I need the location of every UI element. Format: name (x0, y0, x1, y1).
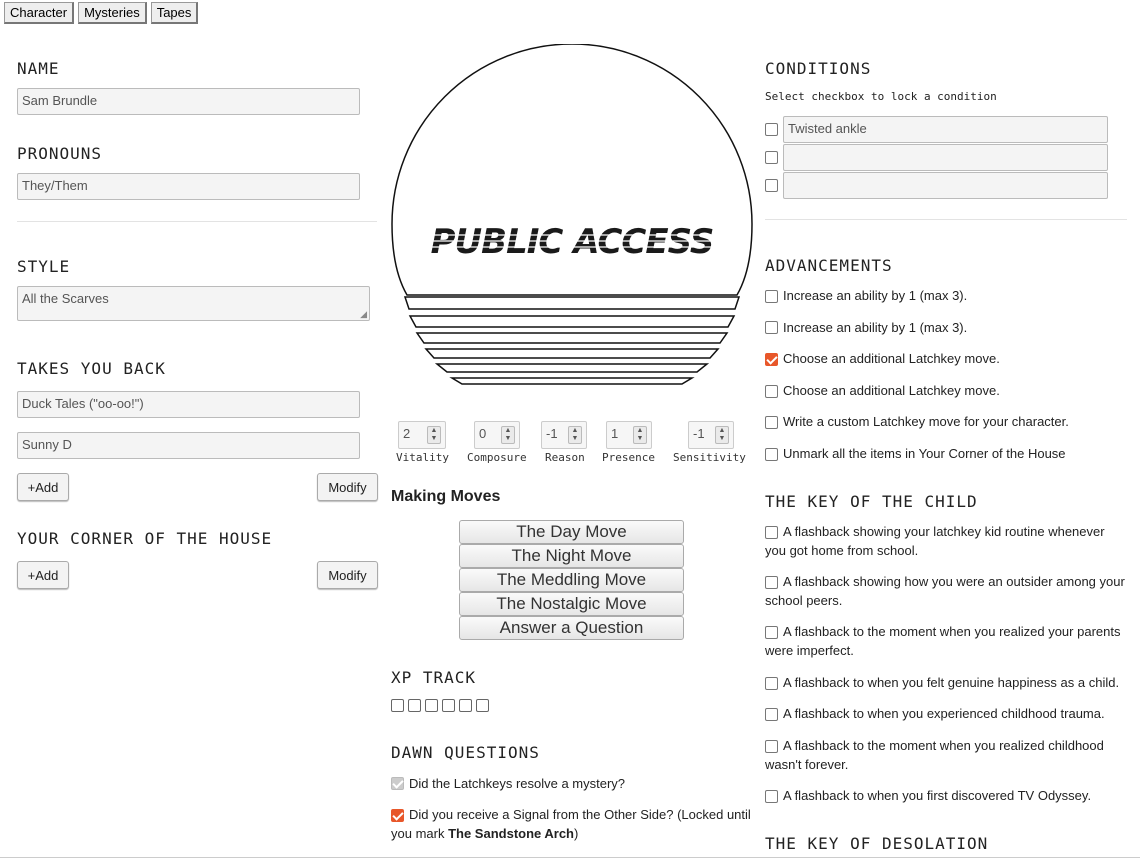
advancement-checkbox[interactable] (765, 321, 778, 334)
resize-handle-icon[interactable]: ◢ (360, 309, 367, 320)
style-heading: STYLE (17, 257, 71, 276)
key-item: A flashback showing how you were an outs… (765, 574, 1125, 608)
key-of-desolation-heading: THE KEY OF DESOLATION (765, 834, 989, 853)
advancements-heading: ADVANCEMENTS (765, 256, 893, 275)
dawn-question-2-suffix: ) (574, 826, 579, 841)
sensitivity-value: -1 (693, 426, 705, 441)
vitality-value: 2 (403, 426, 411, 441)
public-access-logo: PUBLIC ACCESS (391, 44, 753, 385)
making-moves-heading: Making Moves (391, 488, 501, 505)
vitality-input[interactable]: 2 ▲ ▼ (398, 421, 446, 449)
day-move-button[interactable]: The Day Move (459, 520, 684, 544)
pronouns-field[interactable]: They/Them (17, 173, 360, 200)
answer-question-button[interactable]: Answer a Question (459, 616, 684, 640)
stepper-icon[interactable]: ▲ ▼ (633, 426, 647, 444)
tab-character[interactable]: Character (4, 2, 75, 24)
takes-you-back-item[interactable]: Sunny D (17, 432, 360, 459)
takes-you-back-item[interactable]: Duck Tales ("oo-oo!") (17, 391, 360, 418)
conditions-heading: CONDITIONS (765, 59, 872, 78)
xp-checkbox[interactable] (408, 699, 421, 712)
xp-heading: XP TRACK (391, 668, 477, 687)
advancement-checkbox[interactable] (765, 385, 778, 398)
key-item: A flashback to when you felt genuine hap… (783, 675, 1120, 690)
corner-heading: YOUR CORNER OF THE HOUSE (17, 529, 273, 548)
stepper-icon[interactable]: ▲ ▼ (501, 426, 515, 444)
advancement-item: Choose an additional Latchkey move. (783, 383, 1000, 398)
dawn-questions-heading: DAWN QUESTIONS (391, 743, 540, 762)
divider (17, 221, 377, 222)
tab-mysteries[interactable]: Mysteries (78, 2, 147, 24)
takes-you-back-add-button[interactable]: +Add (17, 473, 69, 501)
condition-lock-checkbox[interactable] (765, 151, 778, 164)
condition-lock-checkbox[interactable] (765, 123, 778, 136)
vitality-label: Vitality (396, 451, 449, 464)
name-heading: NAME (17, 59, 60, 78)
style-textarea[interactable]: All the Scarves ◢ (17, 286, 370, 321)
stepper-icon[interactable]: ▲ ▼ (427, 426, 441, 444)
advancement-item: Increase an ability by 1 (max 3). (783, 288, 968, 303)
logo-text: PUBLIC ACCESS (431, 222, 714, 262)
composure-value: 0 (479, 426, 487, 441)
tab-tapes[interactable]: Tapes (150, 2, 199, 24)
corner-add-button[interactable]: +Add (17, 561, 69, 589)
condition-field[interactable] (783, 172, 1108, 199)
xp-checkbox[interactable] (442, 699, 455, 712)
advancement-checkbox[interactable] (765, 290, 778, 303)
advancement-item: Increase an ability by 1 (max 3). (783, 320, 968, 335)
key-item: A flashback to the moment when you reali… (765, 624, 1121, 658)
xp-checkbox[interactable] (425, 699, 438, 712)
condition-lock-checkbox[interactable] (765, 179, 778, 192)
key-item: A flashback showing your latchkey kid ro… (765, 524, 1105, 558)
divider (765, 219, 1127, 220)
presence-label: Presence (602, 451, 655, 464)
sandstone-arch-link: The Sandstone Arch (448, 826, 575, 841)
dawn-question-checkbox[interactable] (391, 777, 404, 790)
advancement-item: Unmark all the items in Your Corner of t… (783, 446, 1066, 461)
condition-field[interactable]: Twisted ankle (783, 116, 1108, 143)
takes-you-back-modify-button[interactable]: Modify (317, 473, 378, 501)
sensitivity-input[interactable]: -1 ▲ ▼ (688, 421, 734, 449)
takes-you-back-heading: TAKES YOU BACK (17, 359, 166, 378)
stepper-icon[interactable]: ▲ ▼ (568, 426, 582, 444)
xp-checkbox[interactable] (459, 699, 472, 712)
tab-bar: Character Mysteries Tapes (4, 2, 199, 24)
corner-modify-button[interactable]: Modify (317, 561, 378, 589)
stepper-icon[interactable]: ▲ ▼ (715, 426, 729, 444)
style-text: All the Scarves (22, 291, 109, 306)
dawn-question-2: Did you receive a Signal from the Other … (391, 805, 751, 843)
condition-field[interactable] (783, 144, 1108, 171)
reason-value: -1 (546, 426, 558, 441)
key-item: A flashback to the moment when you reali… (765, 738, 1104, 772)
sensitivity-label: Sensitivity (673, 451, 746, 464)
conditions-hint: Select checkbox to lock a condition (765, 90, 997, 103)
scroll-edge (0, 857, 1140, 861)
presence-input[interactable]: 1 ▲ ▼ (606, 421, 652, 449)
night-move-button[interactable]: The Night Move (459, 544, 684, 568)
presence-value: 1 (611, 426, 619, 441)
advancement-checkbox[interactable] (765, 416, 778, 429)
dawn-question-1: Did the Latchkeys resolve a mystery? (409, 776, 626, 791)
advancement-checkbox[interactable] (765, 353, 778, 366)
xp-checkbox[interactable] (391, 699, 404, 712)
reason-input[interactable]: -1 ▲ ▼ (541, 421, 587, 449)
advancement-item: Choose an additional Latchkey move. (783, 351, 1000, 366)
advancement-item: Write a custom Latchkey move for your ch… (783, 414, 1069, 429)
pronouns-heading: PRONOUNS (17, 144, 103, 163)
name-field[interactable]: Sam Brundle (17, 88, 360, 115)
reason-label: Reason (545, 451, 585, 464)
xp-checkbox[interactable] (476, 699, 489, 712)
nostalgic-move-button[interactable]: The Nostalgic Move (459, 592, 684, 616)
meddling-move-button[interactable]: The Meddling Move (459, 568, 684, 592)
composure-input[interactable]: 0 ▲ ▼ (474, 421, 520, 449)
composure-label: Composure (467, 451, 527, 464)
key-of-the-child-heading: THE KEY OF THE CHILD (765, 492, 978, 511)
advancement-checkbox[interactable] (765, 448, 778, 461)
key-item: A flashback to when you first discovered… (783, 788, 1092, 803)
key-item: A flashback to when you experienced chil… (783, 706, 1105, 721)
